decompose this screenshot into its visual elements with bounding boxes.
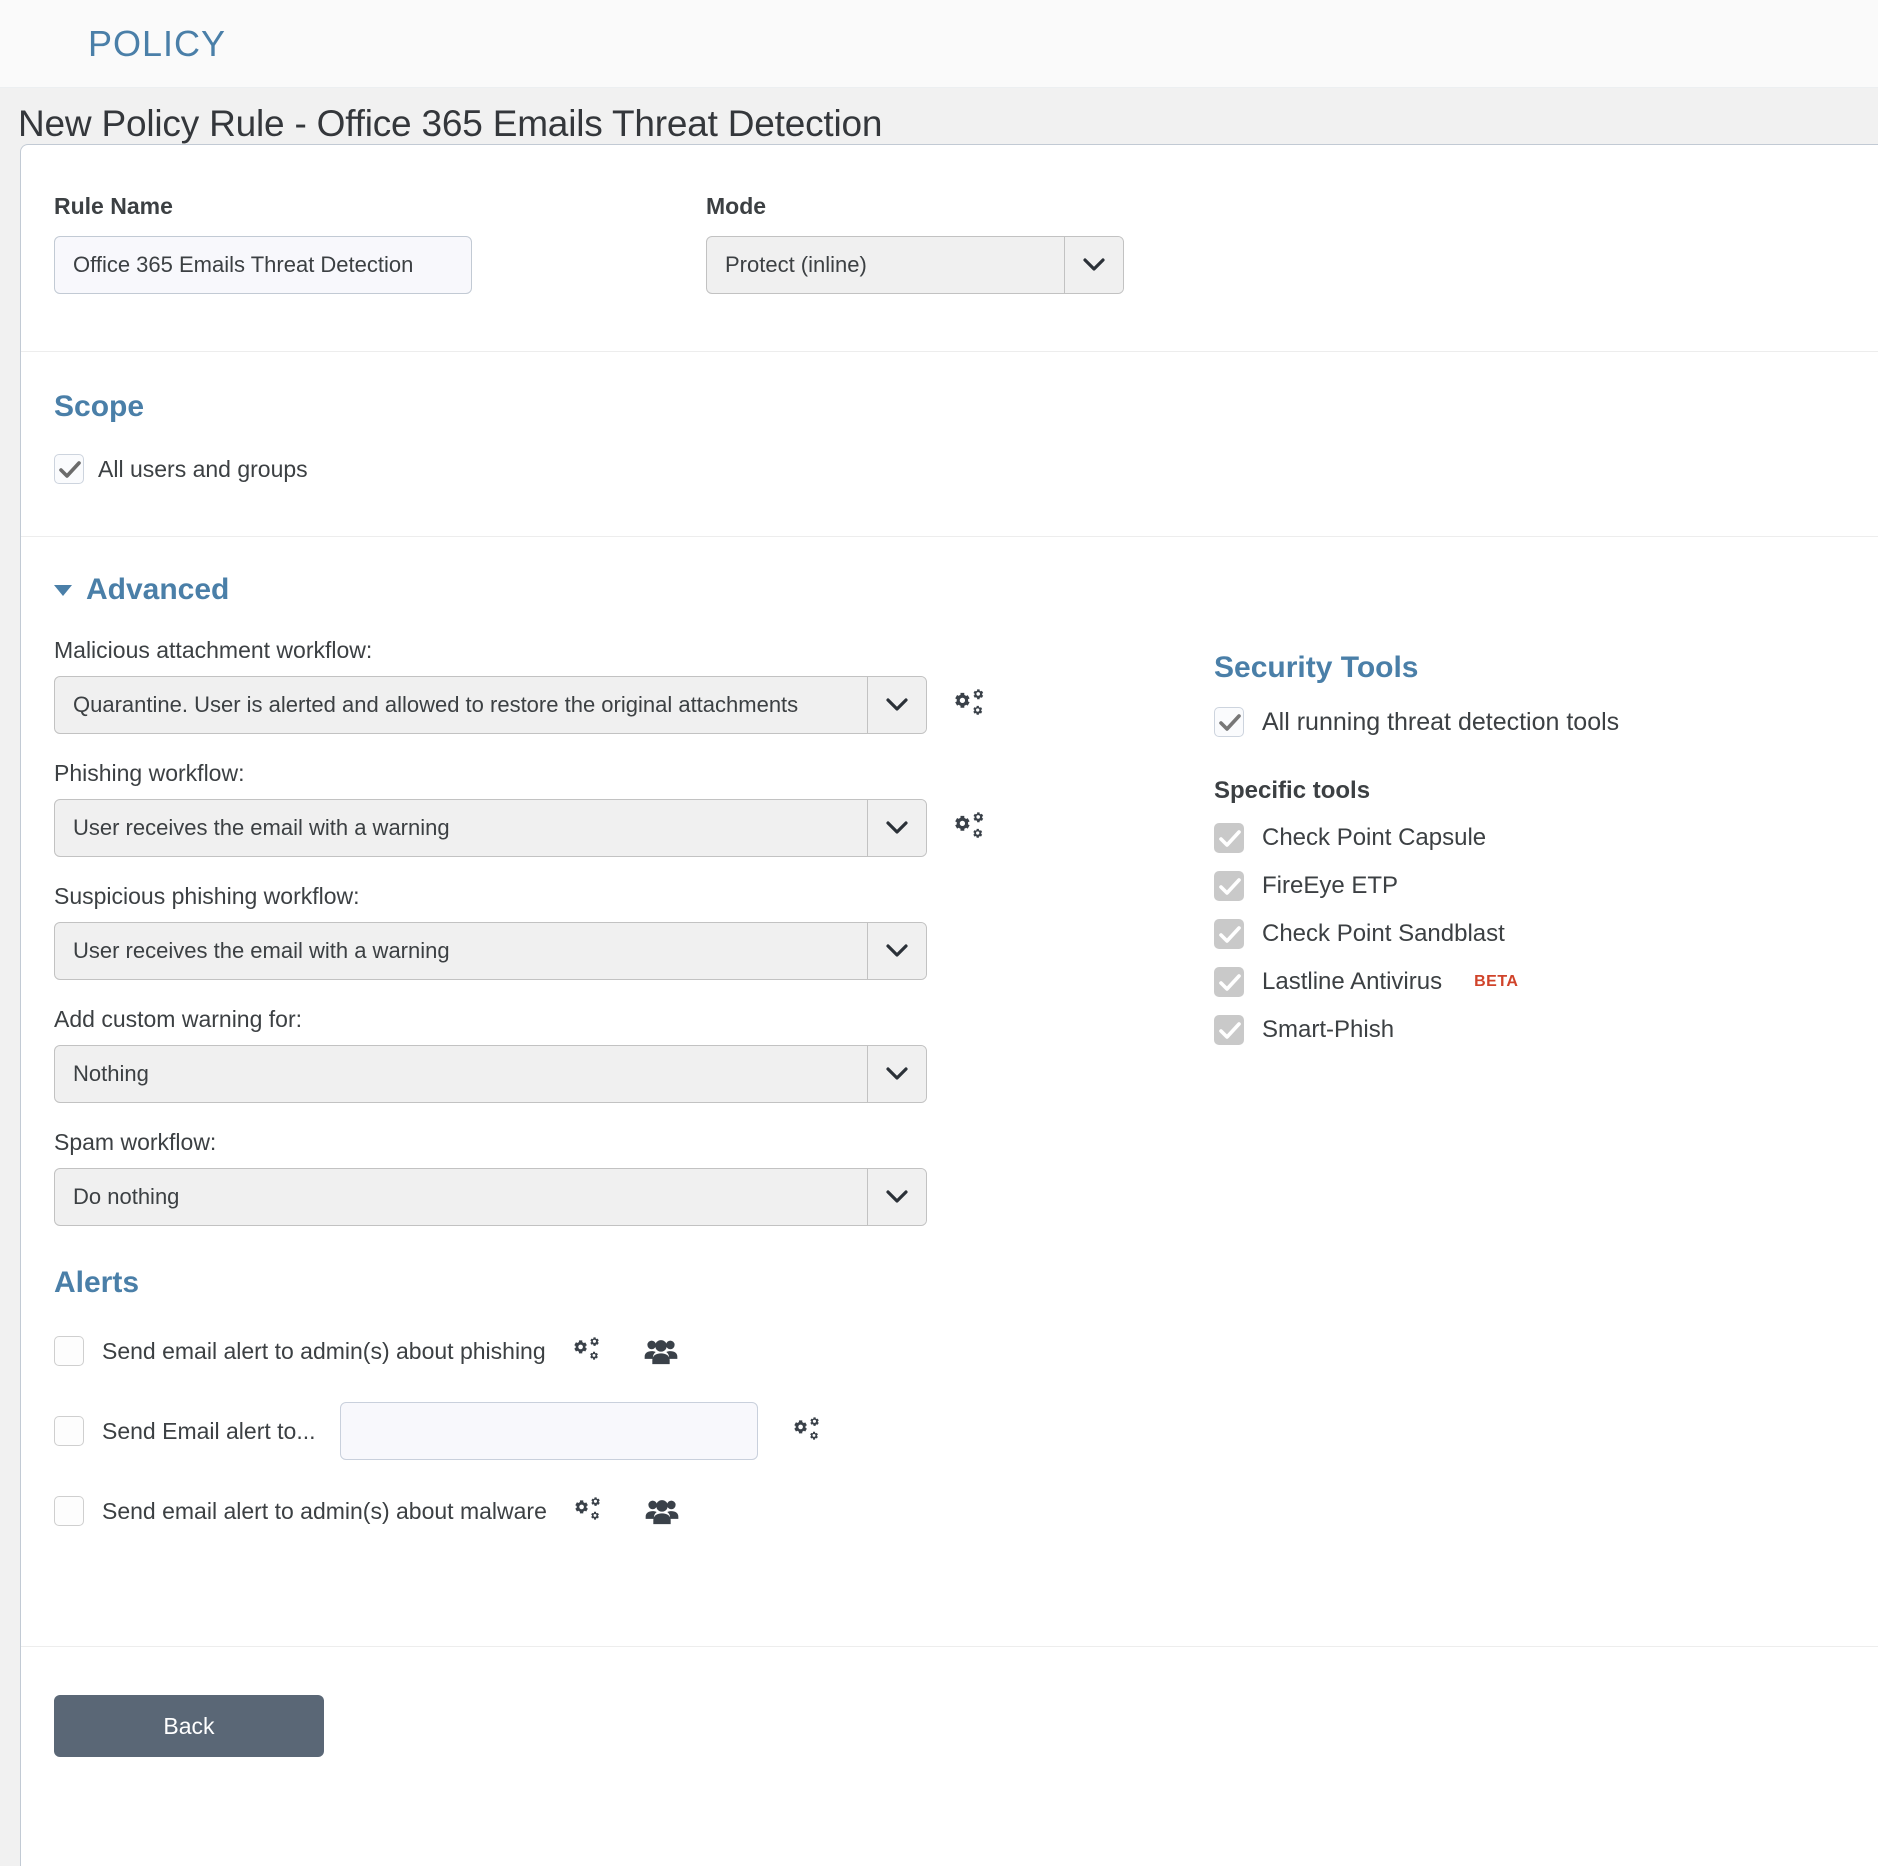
workflow-label: Suspicious phishing workflow: bbox=[54, 883, 360, 909]
alerts-title: Alerts bbox=[54, 1266, 140, 1299]
divider-footer bbox=[21, 1646, 1878, 1647]
security-tool-item[interactable]: Smart-Phish bbox=[1214, 1015, 1854, 1045]
app-section-title: POLICY bbox=[88, 22, 227, 64]
phishing-workflow-select[interactable]: User receives the email with a warning bbox=[54, 799, 927, 857]
chevron-down-icon[interactable] bbox=[1064, 237, 1123, 293]
advanced-toggle[interactable]: Advanced bbox=[54, 573, 1878, 607]
mode-select-value: Protect (inline) bbox=[725, 252, 867, 277]
select-value: User receives the email with a warning bbox=[73, 938, 450, 963]
chevron-down-icon[interactable] bbox=[867, 800, 926, 856]
alert-label: Send email alert to admin(s) about malwa… bbox=[102, 1497, 547, 1524]
policy-page: POLICY New Policy Rule - Office 365 Emai… bbox=[0, 0, 1878, 1866]
suspicious-phishing-workflow-select[interactable]: User receives the email with a warning bbox=[54, 922, 927, 980]
mode-group: Mode Protect (inline) bbox=[706, 193, 1176, 294]
custom-warning-select[interactable]: Nothing bbox=[54, 1045, 927, 1103]
checkbox-lastline-antivirus[interactable] bbox=[1214, 967, 1244, 997]
scope-all-users-label: All users and groups bbox=[98, 455, 308, 482]
workflow-label: Add custom warning for: bbox=[54, 1006, 303, 1032]
security-tool-label: Check Point Sandblast bbox=[1262, 920, 1505, 947]
caret-down-icon[interactable] bbox=[54, 584, 72, 596]
security-tool-item[interactable]: Check Point Capsule bbox=[1214, 823, 1854, 853]
security-tool-label: Check Point Capsule bbox=[1262, 824, 1487, 851]
select-value: User receives the email with a warning bbox=[73, 815, 450, 840]
advanced-title: Advanced bbox=[86, 573, 230, 606]
chevron-down-icon[interactable] bbox=[867, 923, 926, 979]
rule-form-panel: Rule Name Mode Protect (inline) Scope bbox=[20, 144, 1878, 1866]
workflow-suspicious-phishing: Suspicious phishing workflow: User recei… bbox=[54, 883, 1214, 980]
specific-tools-title: Specific tools bbox=[1214, 777, 1371, 804]
beta-badge: BETA bbox=[1474, 973, 1519, 990]
cogs-icon[interactable] bbox=[955, 689, 989, 721]
workflow-malicious-attachment: Malicious attachment workflow: Quarantin… bbox=[54, 637, 1214, 734]
checkbox-check-point-sandblast[interactable] bbox=[1214, 919, 1244, 949]
security-tool-item[interactable]: Check Point Sandblast bbox=[1214, 919, 1854, 949]
page-title: New Policy Rule - Office 365 Emails Thre… bbox=[18, 103, 883, 144]
cogs-icon[interactable] bbox=[575, 1497, 605, 1525]
alert-label: Send Email alert to... bbox=[102, 1417, 316, 1444]
security-tool-item[interactable]: Lastline Antivirus BETA bbox=[1214, 967, 1854, 997]
back-button[interactable]: Back bbox=[54, 1695, 324, 1757]
alert-label: Send email alert to admin(s) about phish… bbox=[102, 1337, 546, 1364]
workflow-label: Phishing workflow: bbox=[54, 760, 245, 786]
security-tool-label: Smart-Phish bbox=[1262, 1016, 1395, 1043]
select-value: Nothing bbox=[73, 1061, 149, 1086]
mode-label: Mode bbox=[706, 193, 767, 219]
checkbox-alert-custom-email[interactable] bbox=[54, 1416, 84, 1446]
advanced-body: Malicious attachment workflow: Quarantin… bbox=[54, 637, 1878, 1252]
checkbox-fireeye-etp[interactable] bbox=[1214, 871, 1244, 901]
scope-title: Scope bbox=[54, 390, 145, 423]
workflow-list: Malicious attachment workflow: Quarantin… bbox=[54, 637, 1214, 1252]
security-tools-section: Security Tools All running threat detect… bbox=[1214, 637, 1854, 1252]
scope-all-users-row[interactable]: All users and groups bbox=[54, 454, 1878, 484]
mode-select[interactable]: Protect (inline) bbox=[706, 236, 1124, 294]
rule-name-input[interactable] bbox=[54, 236, 472, 294]
rule-basics-row: Rule Name Mode Protect (inline) bbox=[21, 145, 1878, 294]
checkbox-alert-admins-malware[interactable] bbox=[54, 1496, 84, 1526]
workflow-label: Spam workflow: bbox=[54, 1129, 217, 1155]
users-icon[interactable] bbox=[644, 1337, 678, 1365]
alert-row-custom-email[interactable]: Send Email alert to... bbox=[54, 1402, 1878, 1460]
cogs-icon[interactable] bbox=[573, 1337, 604, 1365]
chevron-down-icon[interactable] bbox=[867, 1169, 926, 1225]
workflow-phishing: Phishing workflow: User receives the ema… bbox=[54, 760, 1214, 857]
checkbox-smart-phish[interactable] bbox=[1214, 1015, 1244, 1045]
select-value: Quarantine. User is alerted and allowed … bbox=[73, 692, 799, 717]
alert-row-phishing[interactable]: Send email alert to admin(s) about phish… bbox=[54, 1336, 1878, 1366]
chevron-down-icon[interactable] bbox=[867, 1046, 926, 1102]
checkbox-alert-admins-phishing[interactable] bbox=[54, 1336, 84, 1366]
rule-name-label: Rule Name bbox=[54, 193, 173, 219]
workflow-spam: Spam workflow: Do nothing bbox=[54, 1129, 1214, 1226]
security-tool-label: Lastline Antivirus bbox=[1262, 968, 1443, 995]
rule-name-group: Rule Name bbox=[54, 193, 706, 294]
chevron-down-icon[interactable] bbox=[867, 677, 926, 733]
users-icon[interactable] bbox=[645, 1497, 679, 1525]
scope-section: Scope All users and groups bbox=[21, 352, 1878, 484]
all-running-tools-label: All running threat detection tools bbox=[1262, 707, 1620, 736]
top-bar: POLICY bbox=[0, 0, 1878, 88]
spam-workflow-select[interactable]: Do nothing bbox=[54, 1168, 927, 1226]
workflow-label: Malicious attachment workflow: bbox=[54, 637, 373, 663]
security-tools-all-running-row[interactable]: All running threat detection tools bbox=[1214, 707, 1854, 737]
alert-row-malware[interactable]: Send email alert to admin(s) about malwa… bbox=[54, 1496, 1878, 1526]
checkbox-all-users-and-groups[interactable] bbox=[54, 454, 84, 484]
checkbox-all-running-tools[interactable] bbox=[1214, 707, 1244, 737]
workflow-custom-warning: Add custom warning for: Nothing bbox=[54, 1006, 1214, 1103]
security-tools-title: Security Tools bbox=[1214, 651, 1419, 684]
malicious-attachment-workflow-select[interactable]: Quarantine. User is alerted and allowed … bbox=[54, 676, 927, 734]
advanced-section: Advanced Malicious attachment workflow: … bbox=[21, 537, 1878, 1252]
cogs-icon[interactable] bbox=[793, 1417, 824, 1445]
select-value: Do nothing bbox=[73, 1184, 180, 1209]
checkbox-check-point-capsule[interactable] bbox=[1214, 823, 1244, 853]
alerts-section: Alerts Send email alert to admin(s) abou… bbox=[21, 1252, 1878, 1526]
alert-email-input[interactable] bbox=[339, 1402, 758, 1460]
security-tool-label: FireEye ETP bbox=[1262, 872, 1399, 899]
cogs-icon[interactable] bbox=[955, 812, 989, 844]
security-tool-item[interactable]: FireEye ETP bbox=[1214, 871, 1854, 901]
